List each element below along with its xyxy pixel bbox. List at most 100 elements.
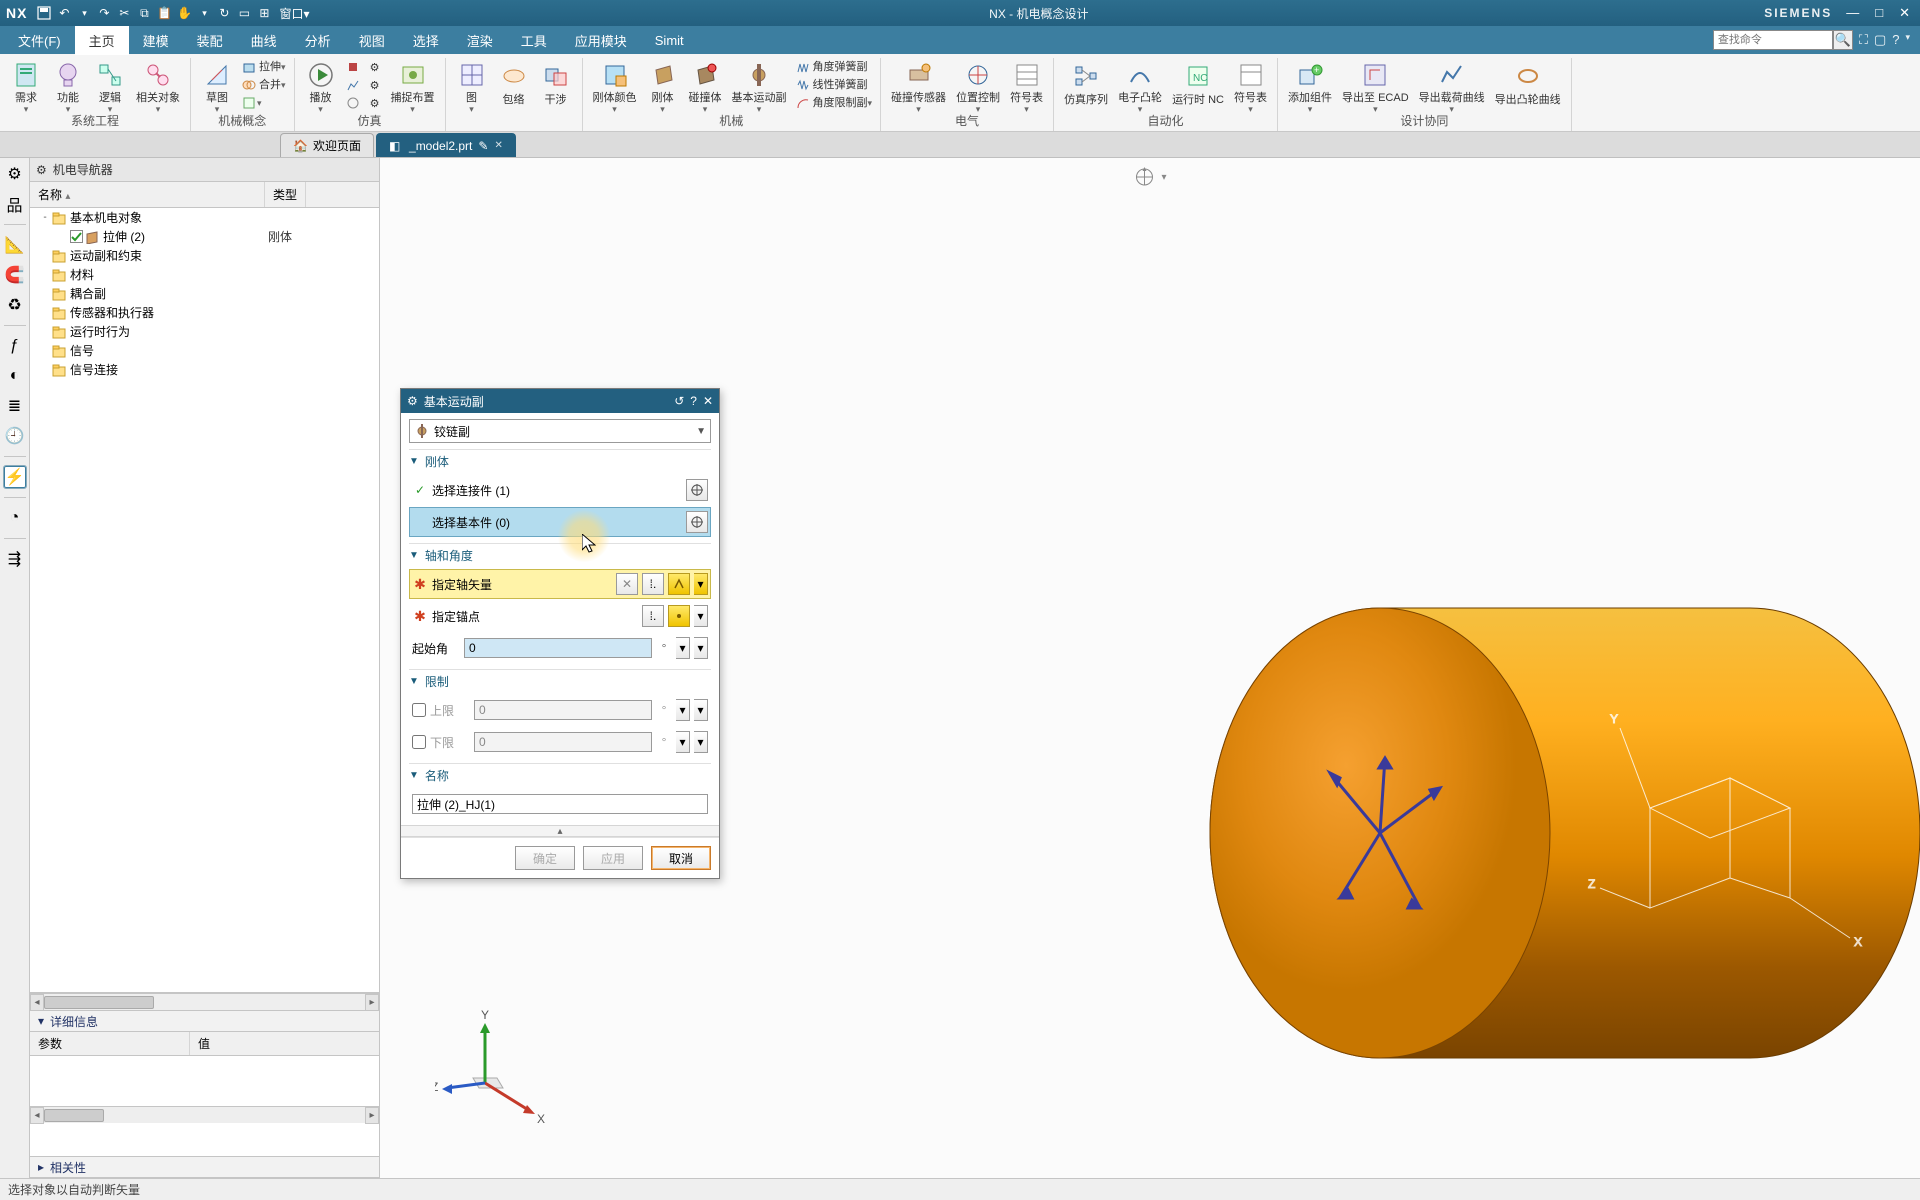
menu-file[interactable]: 文件(F) [4,26,75,55]
infer-vector-button[interactable] [668,573,690,595]
touch-drop-icon[interactable]: ▾ [195,4,213,22]
nav-relevance-header[interactable]: ▸相关性 [30,1156,379,1178]
dialog-titlebar[interactable]: ⚙ 基本运动副 ↺ ? ✕ [401,389,719,413]
ribbon-dependency[interactable]: 相关对象▾ [132,58,184,116]
dialog-collapse-handle[interactable]: ▴ [401,825,719,837]
doctab-welcome[interactable]: 🏠 欢迎页面 [280,133,374,157]
cancel-button[interactable]: 取消 [651,846,711,870]
anchor-dialog-button[interactable]: ⁞. [642,605,664,627]
command-search-button[interactable]: 🔍 [1833,30,1853,50]
model-cylinder[interactable]: Y X Z [1190,578,1920,1128]
paste-icon[interactable]: 📋 [155,4,173,22]
clear-vector-button[interactable]: ✕ [616,573,638,595]
tree-row[interactable]: 传感器和执行器 [30,303,379,322]
hscroll-thumb[interactable] [44,996,154,1009]
tree-row[interactable]: 信号 [30,341,379,360]
ribbon-stop[interactable] [343,58,363,76]
window-menu-icon[interactable]: 窗口▾ [275,4,313,22]
section-name[interactable]: ▼名称 [409,763,711,787]
nav-detail-header[interactable]: ▾详细信息 [30,1010,379,1032]
ribbon-envelope[interactable]: 包络 [494,58,534,116]
tree-row[interactable]: 信号连接 [30,360,379,379]
ribbon-union[interactable]: 合并▾ [239,76,288,94]
fullscreen-icon[interactable]: ⛶ [1859,32,1868,48]
menu-modeling[interactable]: 建模 [129,26,183,55]
ribbon-play[interactable]: 播放▾ [301,58,341,116]
menu-application[interactable]: 应用模块 [561,26,641,55]
ribbon-angular-spring[interactable]: 角度弹簧副 [793,58,875,76]
ribbon-symbol-table[interactable]: 符号表▾ [1006,58,1047,116]
collapse-ribbon-icon[interactable]: ▢ [1874,32,1886,48]
ribbon-position-control[interactable]: 位置控制▾ [952,58,1004,116]
ribbon-add-component[interactable]: +添加组件▾ [1284,58,1336,116]
row-anchor-point[interactable]: ✱ 指定锚点 ⁞. ▾ [409,601,711,631]
copy-icon[interactable]: ⧉ [135,4,153,22]
menu-analysis[interactable]: 分析 [291,26,345,55]
section-limit[interactable]: ▼限制 [409,669,711,693]
nav-col-type[interactable]: 类型 [265,182,306,207]
ribbon-logic[interactable]: 逻辑▾ [90,58,130,116]
leftbar-hd3d-icon[interactable]: ◐ [3,364,27,388]
ribbon-capture-layout[interactable]: 捕捉布置▾ [387,58,439,116]
angle-unit-drop[interactable]: ▾ [676,637,690,659]
ribbon-gear3[interactable]: ⚙ [365,94,385,112]
ribbon-extrude[interactable]: 拉伸▾ [239,58,288,76]
touch-icon[interactable]: ✋ [175,4,193,22]
nav-gear-icon[interactable]: ⚙ [36,163,47,177]
undo-drop-icon[interactable]: ▾ [75,4,93,22]
leftbar-mechatronics-nav-icon[interactable]: ⚡ [3,465,27,489]
infer-vector-drop[interactable]: ▾ [694,573,708,595]
ribbon-linear-spring[interactable]: 线性弹簧副 [793,76,875,94]
ribbon-collision-sensor[interactable]: 碰撞传感器▾ [887,58,950,116]
section-rigid-body[interactable]: ▼刚体 [409,449,711,473]
pick-base-button[interactable] [686,511,708,533]
leftbar-reuse-icon[interactable]: ♻ [3,293,27,317]
row-select-base[interactable]: 选择基本件 (0) [409,507,711,537]
view-triad[interactable]: Y X Z [435,1003,555,1123]
start-angle-input[interactable] [464,638,652,658]
help-drop-icon[interactable]: ▾ [1905,32,1910,48]
menu-render[interactable]: 渲染 [453,26,507,55]
leftbar-history-icon[interactable]: 🕘 [3,424,27,448]
window-switch-icon[interactable]: ▭ [235,4,253,22]
ribbon-collision-body[interactable]: 碰撞体▾ [685,58,726,116]
ribbon-snap[interactable] [343,94,363,112]
ribbon-requirement[interactable]: 需求▾ [6,58,46,116]
doctab-model2[interactable]: ◧ _model2.prt ✎ ✕ [376,133,516,157]
menu-home[interactable]: 主页 [75,26,129,55]
repeat-icon[interactable]: ↻ [215,4,233,22]
ribbon-export-cam-curve[interactable]: 导出凸轮曲线 [1491,58,1565,116]
lower-limit-checkbox[interactable] [412,735,426,749]
tree-row[interactable]: 耦合副 [30,284,379,303]
menu-assembly[interactable]: 装配 [183,26,237,55]
ribbon-export-ecad[interactable]: 导出至 ECAD▾ [1338,58,1413,116]
leftbar-clock-icon[interactable]: ◔ [3,506,27,530]
cut-icon[interactable]: ✂ [115,4,133,22]
tab-close-icon[interactable]: ✕ [494,140,502,151]
leftbar-layer-icon[interactable]: ≣ [3,394,27,418]
leftbar-sequence-icon[interactable]: ⇶ [3,547,27,571]
ribbon-rigid-color[interactable]: 刚体颜色▾ [589,58,641,116]
menu-tools[interactable]: 工具 [507,26,561,55]
detail-hscroll[interactable]: ◂ ▸ [30,1106,379,1123]
tree-row[interactable]: 材料 [30,265,379,284]
save-icon[interactable] [35,4,53,22]
ribbon-runtime-nc[interactable]: NC运行时 NC [1168,58,1228,116]
undo-icon[interactable]: ↶ [55,4,73,22]
tree-row[interactable]: -基本机电对象 [30,208,379,227]
ribbon-export-load-curve[interactable]: 导出载荷曲线▾ [1415,58,1489,116]
dialog-reset-icon[interactable]: ↺ [674,394,684,408]
ribbon-diagram[interactable]: 图▾ [452,58,492,116]
ribbon-more-modeling[interactable]: ▾ [239,94,288,112]
ribbon-function[interactable]: 功能▾ [48,58,88,116]
maximize-icon[interactable]: □ [1871,5,1887,21]
tree-row[interactable]: 运行时行为 [30,322,379,341]
view-orientation-indicator[interactable]: ▾ [1133,166,1166,188]
menu-select[interactable]: 选择 [399,26,453,55]
leftbar-expression-icon[interactable]: ƒ [3,334,27,358]
row-axis-vector[interactable]: ✱ 指定轴矢量 ✕ ⁞. ▾ [409,569,711,599]
section-axis-angle[interactable]: ▼轴和角度 [409,543,711,567]
leftbar-gear-icon[interactable]: ⚙ [3,162,27,186]
hscroll-right-icon[interactable]: ▸ [365,994,379,1011]
pick-attachment-button[interactable] [686,479,708,501]
